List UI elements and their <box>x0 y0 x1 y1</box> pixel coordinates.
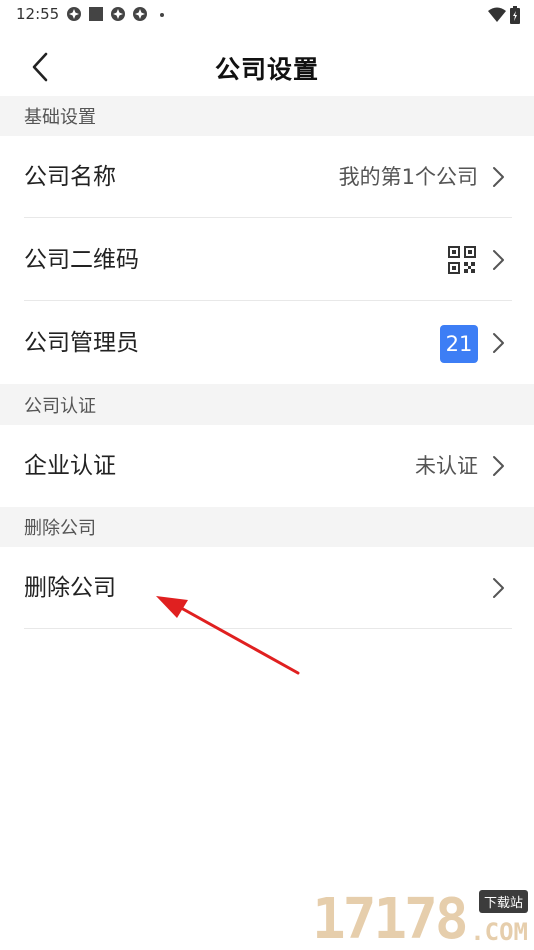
chevron-right-icon <box>493 578 504 598</box>
watermark-tag: 下载站 <box>478 890 528 913</box>
watermark-logo: 17178 下载站 .COM <box>304 888 534 950</box>
chevron-right-icon <box>493 456 504 476</box>
row-label: 公司管理员 <box>24 330 139 356</box>
section-header-basic: 基础设置 <box>0 96 534 136</box>
annotation-arrow-icon <box>156 596 300 675</box>
app-notification-icon <box>111 7 125 21</box>
watermark-digits: 17178 <box>312 887 469 950</box>
divider <box>24 217 512 218</box>
row-label: 公司名称 <box>24 164 116 190</box>
chevron-right-icon <box>493 167 504 187</box>
page-title: 公司设置 <box>214 55 319 84</box>
section-header-certification: 公司认证 <box>0 384 534 425</box>
chevron-right-icon <box>493 250 504 270</box>
row-value: 未认证 <box>415 454 478 478</box>
status-notification-icons <box>66 6 170 22</box>
qr-code-icon <box>448 246 476 274</box>
status-time: 12:55 <box>16 5 60 23</box>
row-company-qrcode[interactable]: 公司二维码 <box>0 219 534 301</box>
row-label: 删除公司 <box>24 575 116 601</box>
divider <box>24 300 512 301</box>
app-notification-icon <box>67 7 81 21</box>
more-dot-icon <box>160 13 164 17</box>
app-header: 公司设置 <box>0 30 534 96</box>
section-header-delete: 删除公司 <box>0 507 534 547</box>
watermark-suffix: .COM <box>470 918 528 946</box>
square-notification-icon <box>89 7 103 21</box>
status-system-icons <box>488 6 520 24</box>
row-enterprise-certification[interactable]: 企业认证 未认证 <box>0 425 534 507</box>
row-company-name[interactable]: 公司名称 我的第1个公司 <box>0 136 534 218</box>
app-notification-icon <box>133 7 147 21</box>
status-bar: 12:55 <box>0 0 534 30</box>
admin-count-badge: 21 <box>440 325 478 363</box>
chevron-right-icon <box>493 333 504 353</box>
row-label: 企业认证 <box>24 453 116 479</box>
row-company-admins[interactable]: 公司管理员 21 <box>0 302 534 384</box>
battery-icon <box>510 6 520 24</box>
wifi-icon <box>488 7 506 22</box>
row-label: 公司二维码 <box>24 247 139 273</box>
row-value: 我的第1个公司 <box>338 165 478 189</box>
